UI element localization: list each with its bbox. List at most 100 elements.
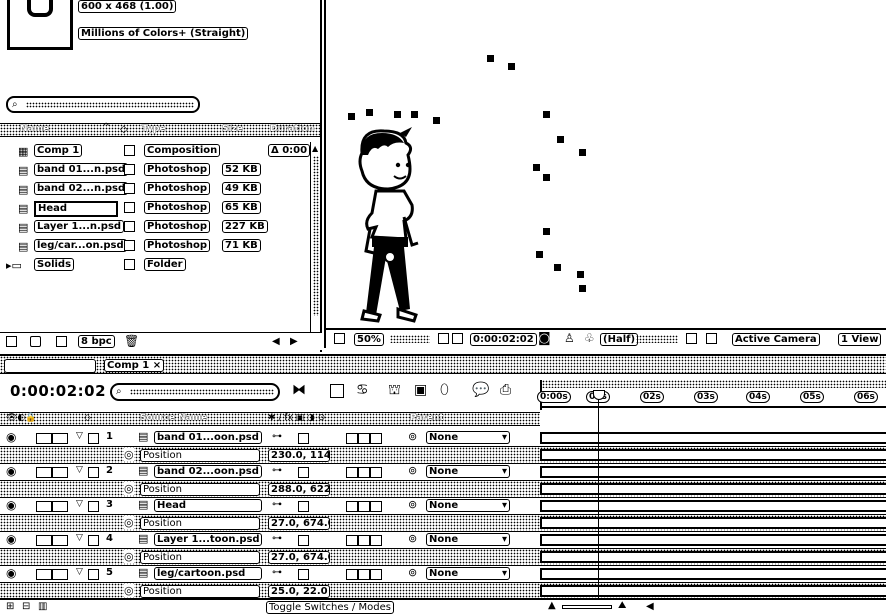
layer-duration-bar[interactable] [540, 466, 886, 478]
zoom-dropdown[interactable]: 50% [354, 333, 384, 346]
stopwatch-icon[interactable]: ◎ [124, 584, 134, 597]
layer-name[interactable]: Head [154, 499, 262, 512]
motion-blur-switch[interactable] [358, 433, 370, 444]
solo-toggle[interactable] [52, 433, 68, 444]
region-of-interest-icon[interactable] [686, 333, 697, 344]
visibility-icon[interactable]: ◉ [6, 566, 16, 580]
quality-switch[interactable] [298, 535, 309, 546]
column-duration[interactable]: Duration [270, 124, 314, 134]
label-swatch[interactable] [124, 240, 135, 251]
motion-blur-switch[interactable] [358, 501, 370, 512]
position-value[interactable]: 230.0, 114.0 [268, 449, 330, 462]
project-item[interactable]: ▦ Comp 1 Composition Δ 0:00 [0, 143, 311, 160]
label-swatch[interactable] [124, 183, 135, 194]
audio-toggle[interactable] [36, 535, 52, 546]
blend-switch[interactable] [346, 535, 358, 546]
zoom-out-icon[interactable]: ▲ [548, 600, 556, 611]
parent-dropdown[interactable]: None ▾ [426, 567, 510, 580]
project-item[interactable]: ▤ Layer 1...n.psd Photoshop 227 KB [0, 219, 310, 236]
layer-name[interactable]: band 02...oon.psd [154, 465, 262, 478]
quality-switch[interactable] [298, 569, 309, 580]
keyframe-track[interactable] [540, 517, 886, 529]
quality-switch[interactable] [298, 467, 309, 478]
column-type[interactable]: Type [142, 124, 165, 134]
scroll-left-icon[interactable]: ◀ [646, 601, 654, 612]
blend-switch[interactable] [346, 501, 358, 512]
timeline-timecode[interactable]: 0:00:02:02 [10, 382, 106, 400]
layer-duration-bar[interactable] [540, 568, 886, 580]
stopwatch-icon[interactable]: ◎ [124, 448, 134, 461]
resolution-dropdown[interactable]: (Half) [600, 333, 639, 346]
column-size[interactable]: Size [222, 124, 243, 134]
project-item[interactable]: ▤ leg/car...on.psd Photoshop 71 KB [0, 238, 310, 255]
new-folder-icon[interactable] [30, 336, 41, 347]
interpret-footage-icon[interactable] [6, 336, 17, 347]
comp-mini-flowchart-icon[interactable]: ⧓ [292, 382, 306, 398]
stopwatch-icon[interactable]: ◎ [124, 482, 134, 495]
zoom-in-icon[interactable]: ⛰ [618, 600, 626, 611]
expand-arrow-icon[interactable]: ▽ [76, 465, 83, 475]
shy-icon[interactable]: ⊶ [272, 499, 282, 510]
visibility-icon[interactable]: ◉ [6, 498, 16, 512]
blend-switch[interactable] [346, 433, 358, 444]
audio-toggle[interactable] [36, 467, 52, 478]
audio-toggle[interactable] [36, 569, 52, 580]
3d-switch[interactable] [370, 569, 382, 580]
stopwatch-icon[interactable]: ◎ [124, 550, 134, 563]
audio-toggle[interactable] [36, 501, 52, 512]
expand-arrow-icon[interactable]: ▽ [76, 431, 83, 441]
label-swatch[interactable] [88, 535, 99, 546]
viewer-timecode[interactable]: 0:00:02:02 [470, 333, 537, 346]
position-value[interactable]: 27.0, 674.0 [268, 517, 330, 530]
quality-switch[interactable] [298, 433, 309, 444]
solo-toggle[interactable] [52, 501, 68, 512]
stopwatch-icon[interactable]: ◎ [124, 516, 134, 529]
solo-toggle[interactable] [52, 535, 68, 546]
channel-icon[interactable]: ♧ [584, 331, 595, 345]
keyframe-track[interactable] [540, 551, 886, 563]
source-name-header[interactable]: Source Name [140, 413, 207, 423]
close-icon[interactable]: × [153, 360, 161, 371]
label-swatch[interactable] [88, 569, 99, 580]
scroll-right-icon[interactable]: ▶ [290, 336, 298, 347]
parent-dropdown[interactable]: None ▾ [426, 465, 510, 478]
project-item[interactable]: ▸▭ Solids Folder [0, 257, 310, 274]
pick-whip-icon[interactable]: ⊚ [408, 430, 417, 443]
expand-arrow-icon[interactable]: ▽ [76, 567, 83, 577]
label-swatch[interactable] [124, 202, 135, 213]
brainstorm-icon[interactable]: ⬯ [440, 382, 449, 398]
toggle-switches-modes-button[interactable]: Toggle Switches / Modes [266, 601, 394, 614]
motion-blur-icon[interactable]: ▣ [414, 382, 427, 398]
parent-dropdown[interactable]: None ▾ [426, 431, 510, 444]
visibility-icon[interactable]: ◉ [6, 430, 16, 444]
transparency-grid-icon[interactable] [706, 333, 717, 344]
keyframe-track[interactable] [540, 449, 886, 461]
visibility-icon[interactable]: ◉ [6, 464, 16, 478]
3d-switch[interactable] [370, 433, 382, 444]
new-composition-icon[interactable] [56, 336, 67, 347]
switches-pane-icon[interactable]: ⊟ [22, 601, 30, 612]
layer-duration-bar[interactable] [540, 500, 886, 512]
show-snapshot-icon[interactable]: ♙ [564, 331, 575, 345]
zoom-slider[interactable] [562, 605, 612, 609]
keyframe-track[interactable] [540, 483, 886, 495]
solo-toggle[interactable] [52, 569, 68, 580]
project-item[interactable]: ▤ band 02...n.psd Photoshop 49 KB [0, 181, 310, 198]
label-swatch[interactable] [124, 145, 135, 156]
shy-icon[interactable]: ⊶ [272, 567, 282, 578]
bpc-button[interactable]: 8 bpc [78, 335, 115, 348]
camera-dropdown[interactable]: Active Camera [732, 333, 820, 346]
audio-toggle[interactable] [36, 433, 52, 444]
label-swatch[interactable] [88, 501, 99, 512]
camera-snapshot-icon[interactable]: ◙ [538, 331, 551, 346]
layer-duration-bar[interactable] [540, 432, 886, 444]
frame-blending-icon[interactable]: ⛫ [388, 382, 401, 400]
scrollbar[interactable]: ▲ [310, 142, 320, 332]
timeline-search-input[interactable]: ⌕ [110, 383, 280, 401]
project-item[interactable]: ▤ band 01...n.psd Photoshop 52 KB [0, 162, 310, 179]
layer-name[interactable]: band 01...oon.psd [154, 431, 262, 444]
grid-icon[interactable] [438, 333, 449, 344]
label-swatch[interactable] [124, 221, 135, 232]
crop-icon[interactable] [452, 333, 463, 344]
visibility-icon[interactable]: ◉ [6, 532, 16, 546]
